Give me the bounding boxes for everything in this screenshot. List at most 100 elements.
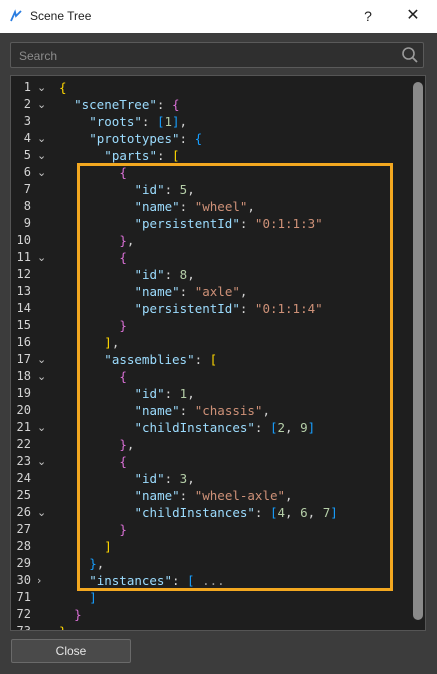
search-input[interactable] bbox=[17, 43, 401, 69]
code-token: 2 bbox=[277, 420, 286, 435]
code-token: } bbox=[89, 556, 97, 571]
code-token: "name" bbox=[134, 284, 180, 299]
line-number: 72 bbox=[16, 607, 31, 621]
code-token: "roots" bbox=[89, 114, 142, 129]
code-line[interactable]: "id": 3, bbox=[135, 470, 195, 487]
window-close-button[interactable]: ✕ bbox=[402, 5, 424, 27]
code-token: "name" bbox=[134, 199, 180, 214]
line-number: 14 bbox=[16, 301, 31, 315]
code-line[interactable]: "name": "wheel", bbox=[135, 198, 255, 215]
code-line[interactable]: "persistentId": "0:1:1:3" bbox=[135, 215, 323, 232]
fold-chevron-icon[interactable]: ⌄ bbox=[37, 130, 46, 147]
code-token: { bbox=[119, 454, 127, 469]
code-token: : bbox=[239, 301, 255, 316]
line-number: 3 bbox=[23, 114, 31, 128]
scrollbar-thumb[interactable] bbox=[413, 82, 423, 620]
help-button[interactable]: ? bbox=[356, 5, 380, 27]
code-token: , bbox=[96, 556, 105, 571]
code-line[interactable]: "id": 1, bbox=[135, 385, 195, 402]
fold-chevron-icon[interactable]: ⌄ bbox=[37, 96, 46, 113]
code-line[interactable]: "sceneTree": { bbox=[74, 96, 179, 113]
code-line[interactable]: "id": 5, bbox=[135, 181, 195, 198]
code-token: "id" bbox=[134, 386, 165, 401]
app-logo-icon bbox=[10, 9, 22, 22]
line-number-gutter: 1 ⌄ 2 ⌄ 3 4 ⌄ 5 ⌄ 6 ⌄ 7 8 9 10 11 ⌄ 12 13 14 15 16 17 ⌄ 18 ⌄ 19 20 2… bbox=[11, 76, 51, 630]
fold-chevron-icon[interactable]: ⌄ bbox=[37, 419, 46, 436]
code-line[interactable]: ] bbox=[89, 589, 97, 606]
fold-chevron-icon[interactable]: ⌄ bbox=[37, 351, 46, 368]
search-box bbox=[10, 42, 424, 69]
search-icon[interactable] bbox=[401, 46, 419, 64]
code-line[interactable]: { bbox=[119, 164, 127, 181]
fold-chevron-icon[interactable]: ⌄ bbox=[37, 79, 46, 96]
scene-tree-dialog: 1⌄2⌄34⌄5⌄6⌄7891011⌄121314151617⌄18⌄19202… bbox=[0, 33, 437, 674]
code-token: , bbox=[187, 182, 195, 197]
fold-chevron-icon[interactable]: ⌄ bbox=[37, 453, 46, 470]
code-line[interactable]: }, bbox=[119, 436, 134, 453]
line-number: 4 bbox=[23, 131, 31, 145]
code-token: , bbox=[247, 199, 255, 214]
code-line[interactable]: "name": "axle", bbox=[135, 283, 248, 300]
code-line[interactable]: "instances": [ ... bbox=[89, 572, 225, 589]
code-line[interactable]: }, bbox=[119, 232, 134, 249]
code-line[interactable]: { bbox=[119, 453, 127, 470]
expand-chevron-icon[interactable]: › bbox=[37, 572, 41, 589]
code-token: ] bbox=[330, 505, 338, 520]
code-line[interactable]: ], bbox=[104, 334, 119, 351]
code-token: 1 bbox=[164, 114, 172, 129]
code-token: "sceneTree" bbox=[74, 97, 157, 112]
fold-chevron-icon[interactable]: ⌄ bbox=[37, 504, 46, 521]
code-token: [ bbox=[269, 505, 278, 520]
code-token: : bbox=[164, 182, 180, 197]
code-line[interactable]: }, bbox=[89, 555, 104, 572]
code-line[interactable]: "parts": [ bbox=[104, 147, 179, 164]
code-line[interactable]: { bbox=[119, 249, 127, 266]
vertical-scrollbar[interactable] bbox=[413, 78, 423, 626]
fold-chevron-icon[interactable]: ⌄ bbox=[37, 147, 46, 164]
code-token: "assemblies" bbox=[104, 352, 195, 367]
code-token: , bbox=[307, 505, 323, 520]
code-token: 9 bbox=[300, 420, 308, 435]
line-number: 6 bbox=[23, 165, 31, 179]
code-line[interactable]: } bbox=[119, 317, 127, 334]
line-number: 11 bbox=[16, 250, 31, 264]
fold-chevron-icon[interactable]: ⌄ bbox=[37, 164, 46, 181]
code-line[interactable]: { bbox=[59, 79, 67, 96]
code-line[interactable]: "name": "wheel-axle", bbox=[135, 487, 293, 504]
code-line[interactable]: "name": "chassis", bbox=[135, 402, 270, 419]
code-token: "0:1:1:3" bbox=[254, 216, 323, 231]
code-token: : bbox=[254, 505, 270, 520]
code-line[interactable]: "roots": [1], bbox=[89, 113, 187, 130]
code-line[interactable]: "id": 8, bbox=[135, 266, 195, 283]
code-token: : bbox=[164, 471, 180, 486]
code-area[interactable]: {"sceneTree": {"roots": [1], "prototypes"… bbox=[59, 76, 407, 630]
fold-chevron-icon[interactable]: ⌄ bbox=[37, 249, 46, 266]
code-token: , bbox=[111, 335, 120, 350]
code-line[interactable]: { bbox=[119, 368, 127, 385]
line-number: 10 bbox=[16, 233, 31, 247]
close-button[interactable]: Close bbox=[11, 639, 131, 663]
code-line[interactable]: ] bbox=[104, 538, 112, 555]
code-line[interactable]: } bbox=[119, 521, 127, 538]
code-token: [ bbox=[209, 352, 218, 367]
code-line[interactable]: "childInstances": [2, 9] bbox=[135, 419, 316, 436]
line-number: 18 bbox=[16, 369, 31, 383]
code-line[interactable]: "childInstances": [4, 6, 7] bbox=[135, 504, 338, 521]
code-token: , bbox=[285, 505, 301, 520]
code-token: 6 bbox=[300, 505, 308, 520]
line-number: 27 bbox=[16, 522, 31, 536]
code-line[interactable]: "assemblies": [ bbox=[104, 351, 217, 368]
code-line[interactable]: } bbox=[74, 606, 82, 623]
line-number: 2 bbox=[23, 97, 31, 111]
code-token: : bbox=[179, 131, 195, 146]
code-token: , bbox=[126, 233, 135, 248]
line-number: 22 bbox=[16, 437, 31, 451]
code-token: "name" bbox=[134, 488, 180, 503]
code-token: [ bbox=[172, 148, 180, 163]
line-number: 1 bbox=[23, 80, 31, 94]
code-line[interactable]: "persistentId": "0:1:1:4" bbox=[135, 300, 323, 317]
json-editor[interactable]: 1 ⌄ 2 ⌄ 3 4 ⌄ 5 ⌄ 6 ⌄ 7 8 9 10 11 ⌄ 12 13 14 15 16 17 ⌄ 18 ⌄ 19 20 2… bbox=[10, 75, 426, 631]
code-line[interactable]: "prototypes": { bbox=[89, 130, 202, 147]
code-line[interactable]: } bbox=[59, 623, 67, 630]
fold-chevron-icon[interactable]: ⌄ bbox=[37, 368, 46, 385]
